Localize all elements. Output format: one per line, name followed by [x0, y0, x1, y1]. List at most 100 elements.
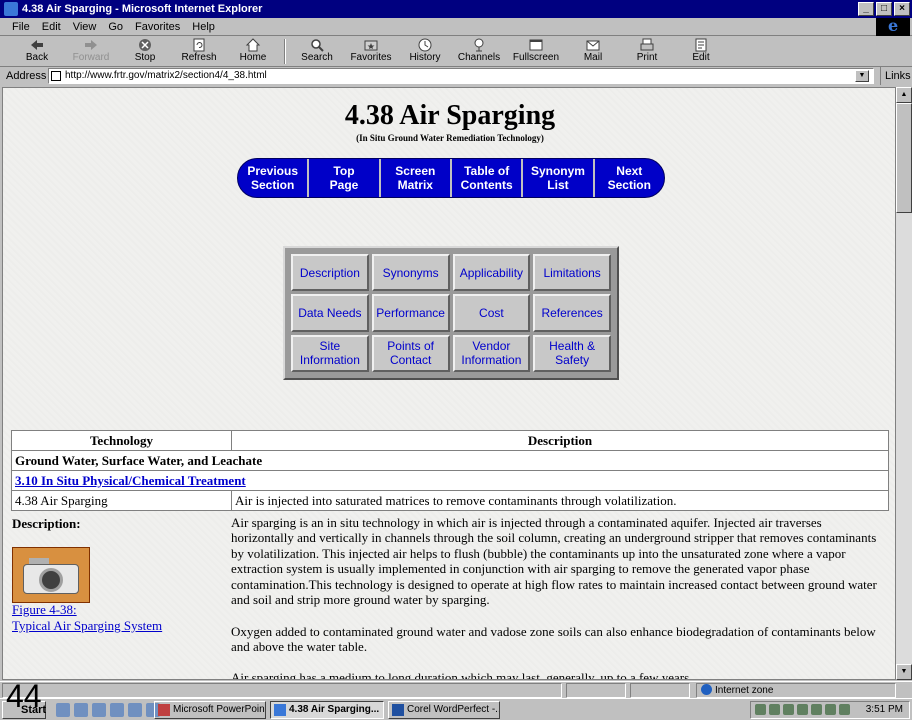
status-bar: Internet zone	[0, 681, 912, 698]
nav-top-page[interactable]: Top Page	[309, 159, 381, 197]
address-label: Address	[6, 70, 47, 82]
fullscreen-button[interactable]: Fullscreen	[506, 37, 566, 66]
clock[interactable]: 3:51 PM	[866, 704, 903, 715]
topic-site-information[interactable]: Site Information	[291, 334, 369, 372]
address-bar: Address http://www.frtr.gov/matrix2/sect…	[0, 67, 912, 85]
topic-button-grid: Description Synonyms Applicability Limit…	[283, 246, 619, 380]
tray-icon-6[interactable]	[825, 704, 836, 715]
channels-quicklaunch-icon[interactable]	[110, 703, 124, 717]
tray-icon-1[interactable]	[755, 704, 766, 715]
channels-button[interactable]: Channels	[452, 37, 506, 66]
task-ie-air-sparging[interactable]: 4.38 Air Sparging...	[270, 701, 384, 719]
links-toolbar[interactable]: Links	[880, 67, 911, 85]
topic-applicability[interactable]: Applicability	[452, 254, 531, 292]
globe-icon	[701, 684, 712, 695]
scroll-thumb[interactable]	[896, 103, 912, 213]
status-progress	[566, 683, 626, 698]
home-button[interactable]: Home	[226, 37, 280, 66]
menu-go[interactable]: Go	[108, 21, 123, 33]
slide-number: 44	[6, 678, 42, 714]
task-powerpoint[interactable]: Microsoft PowerPoin...	[154, 701, 266, 719]
task-wordperfect[interactable]: Corel WordPerfect -...	[388, 701, 500, 719]
in-situ-treatment-link[interactable]: 3.10 In Situ Physical/Chemical Treatment	[15, 473, 246, 488]
topic-cost[interactable]: Cost	[452, 294, 531, 332]
refresh-button[interactable]: Refresh	[172, 37, 226, 66]
figure-thumbnail-camera-icon[interactable]	[12, 547, 90, 603]
description-cell: Air is injected into saturated matrices …	[231, 490, 889, 511]
topic-data-needs[interactable]: Data Needs	[291, 294, 369, 332]
menu-favorites[interactable]: Favorites	[135, 21, 180, 33]
category-row: Ground Water, Surface Water, and Leachat…	[11, 450, 889, 471]
speaker-icon[interactable]	[839, 704, 850, 715]
menu-view[interactable]: View	[73, 21, 97, 33]
col-header-technology: Technology	[11, 430, 232, 451]
wordperfect-icon	[392, 704, 404, 716]
fullscreen-icon	[529, 39, 543, 51]
description-label: Description:	[12, 516, 81, 531]
technology-cell: 4.38 Air Sparging	[11, 490, 232, 511]
favorites-button[interactable]: Favorites	[344, 37, 398, 66]
topic-performance[interactable]: Performance	[371, 294, 450, 332]
address-dropdown-button[interactable]: ▼	[855, 70, 869, 82]
close-button[interactable]: ×	[894, 2, 910, 16]
mail-button[interactable]: Mail	[566, 37, 620, 66]
search-button[interactable]: Search	[290, 37, 344, 66]
menu-help[interactable]: Help	[192, 21, 215, 33]
forward-arrow-icon	[85, 40, 97, 50]
back-arrow-icon	[31, 40, 43, 50]
tray-icon-3[interactable]	[783, 704, 794, 715]
toolbar: Back Forward Stop Refresh Home Search Fa…	[0, 37, 912, 67]
mail-icon	[586, 40, 600, 51]
print-button[interactable]: Print	[620, 37, 674, 66]
topic-health-safety[interactable]: Health & Safety	[533, 334, 611, 372]
maximize-button[interactable]: □	[876, 2, 892, 16]
minimize-button[interactable]: _	[858, 2, 874, 16]
page-subtitle: (In Situ Ground Water Remediation Techno…	[356, 133, 544, 143]
topic-description[interactable]: Description	[291, 254, 369, 292]
nav-next-section[interactable]: Next Section	[595, 159, 664, 197]
topic-vendor-information[interactable]: Vendor Information	[452, 334, 531, 372]
scroll-down-button[interactable]: ▼	[896, 664, 912, 680]
page-icon	[51, 71, 61, 81]
nav-screen-matrix[interactable]: Screen Matrix	[381, 159, 452, 197]
forward-button[interactable]: Forward	[64, 37, 118, 66]
topic-points-of-contact[interactable]: Points of Contact	[371, 334, 450, 372]
back-button[interactable]: Back	[10, 37, 64, 66]
edit-button[interactable]: Edit	[674, 37, 728, 66]
menu-edit[interactable]: Edit	[42, 21, 61, 33]
nav-previous-section[interactable]: Previous Section	[238, 159, 310, 197]
favorites-folder-icon	[364, 40, 378, 51]
status-zone: Internet zone	[696, 683, 896, 698]
nav-synonym-list[interactable]: Synonym List	[523, 159, 595, 197]
nav-table-of-contents[interactable]: Table of Contents	[452, 159, 524, 197]
page-content: 4.38 Air Sparging (In Situ Ground Water …	[2, 87, 896, 680]
refresh-icon	[193, 38, 205, 52]
menu-bar: File Edit View Go Favorites Help	[0, 18, 912, 36]
home-icon	[245, 38, 261, 52]
app-quicklaunch-icon[interactable]	[128, 703, 142, 717]
desktop-quicklaunch-icon[interactable]	[92, 703, 106, 717]
ie-throbber-icon	[876, 16, 910, 36]
ie-icon	[274, 704, 286, 716]
outlook-quicklaunch-icon[interactable]	[74, 703, 88, 717]
tray-icon-4[interactable]	[797, 704, 808, 715]
address-input[interactable]: http://www.frtr.gov/matrix2/section4/4_3…	[48, 68, 874, 84]
tray-icon-5[interactable]	[811, 704, 822, 715]
menu-file[interactable]: File	[12, 21, 30, 33]
figure-link[interactable]: Figure 4-38: Typical Air Sparging System	[12, 602, 162, 634]
channels-icon	[474, 38, 484, 52]
vertical-scrollbar[interactable]: ▲ ▼	[896, 87, 912, 680]
history-icon	[418, 38, 432, 52]
window-titlebar: 4.38 Air Sparging - Microsoft Internet E…	[0, 0, 912, 18]
window-title: 4.38 Air Sparging - Microsoft Internet E…	[22, 3, 263, 15]
topic-references[interactable]: References	[533, 294, 611, 332]
stop-button[interactable]: Stop	[118, 37, 172, 66]
history-button[interactable]: History	[398, 37, 452, 66]
topic-limitations[interactable]: Limitations	[533, 254, 611, 292]
technology-table: Technology Description Ground Water, Sur…	[11, 430, 889, 511]
scroll-up-button[interactable]: ▲	[896, 87, 912, 103]
tray-icon-2[interactable]	[769, 704, 780, 715]
topic-synonyms[interactable]: Synonyms	[371, 254, 450, 292]
ie-quicklaunch-icon[interactable]	[56, 703, 70, 717]
status-security	[630, 683, 690, 698]
